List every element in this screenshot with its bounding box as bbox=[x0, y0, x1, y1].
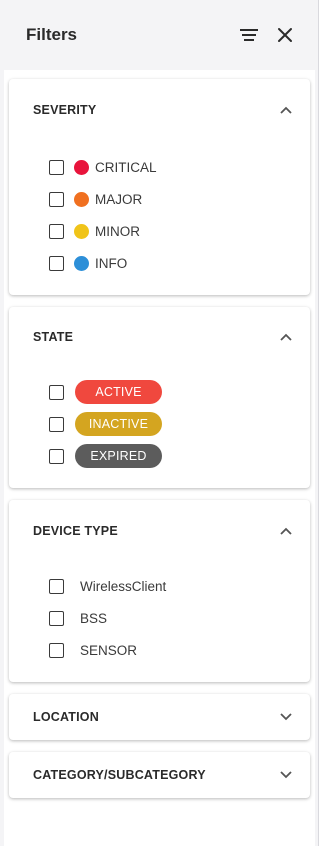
device-type-option-wirelessclient[interactable]: WirelessClient bbox=[49, 574, 166, 598]
device-type-option-label: BSS bbox=[80, 610, 108, 626]
severity-option-label: MAJOR bbox=[95, 191, 143, 207]
chevron-up-icon bbox=[280, 527, 292, 535]
checkbox[interactable] bbox=[49, 255, 64, 271]
category-section-header[interactable]: CATEGORY/SUBCATEGORY bbox=[9, 752, 310, 798]
chevron-down-icon bbox=[280, 771, 292, 779]
checkbox[interactable] bbox=[49, 159, 64, 175]
chevron-up-icon bbox=[280, 333, 292, 341]
active-state-pill: ACTIVE bbox=[75, 380, 162, 404]
minor-severity-dot bbox=[74, 223, 89, 239]
state-section-title: STATE bbox=[33, 330, 74, 344]
checkbox[interactable] bbox=[49, 191, 64, 207]
state-option-inactive[interactable]: INACTIVE bbox=[49, 412, 162, 436]
severity-section: SEVERITY CRITICAL MAJOR MINOR INFO bbox=[9, 79, 310, 295]
location-section: LOCATION bbox=[9, 694, 310, 740]
close-icon[interactable] bbox=[274, 24, 296, 46]
device-type-option-label: SENSOR bbox=[80, 642, 138, 658]
state-option-active[interactable]: ACTIVE bbox=[49, 380, 162, 404]
category-section-title: CATEGORY/SUBCATEGORY bbox=[33, 768, 206, 782]
severity-option-label: MINOR bbox=[95, 223, 140, 239]
critical-severity-dot bbox=[74, 159, 89, 175]
location-section-header[interactable]: LOCATION bbox=[9, 694, 310, 740]
checkbox[interactable] bbox=[49, 610, 64, 626]
checkbox[interactable] bbox=[49, 384, 64, 400]
severity-section-title: SEVERITY bbox=[33, 103, 97, 117]
severity-option-label: INFO bbox=[95, 255, 128, 271]
device-type-section-header[interactable]: DEVICE TYPE bbox=[9, 500, 310, 562]
severity-option-label: CRITICAL bbox=[95, 159, 157, 175]
device-type-section-title: DEVICE TYPE bbox=[33, 524, 118, 538]
inactive-state-pill: INACTIVE bbox=[75, 412, 162, 436]
checkbox[interactable] bbox=[49, 223, 64, 239]
filters-title: Filters bbox=[26, 25, 78, 44]
location-section-title: LOCATION bbox=[33, 710, 99, 724]
severity-option-critical[interactable]: CRITICAL bbox=[49, 155, 157, 179]
device-type-section: DEVICE TYPE WirelessClient BSS SENSOR bbox=[9, 500, 310, 682]
device-type-option-label: WirelessClient bbox=[80, 578, 167, 594]
info-severity-dot bbox=[74, 255, 89, 271]
device-type-option-sensor[interactable]: SENSOR bbox=[49, 638, 137, 662]
checkbox[interactable] bbox=[49, 642, 64, 658]
expired-state-pill: EXPIRED bbox=[75, 444, 162, 468]
chevron-down-icon bbox=[280, 713, 292, 721]
severity-option-major[interactable]: MAJOR bbox=[49, 187, 142, 211]
severity-section-header[interactable]: SEVERITY bbox=[9, 79, 310, 141]
header-actions bbox=[238, 24, 296, 46]
checkbox[interactable] bbox=[49, 578, 64, 594]
severity-option-minor[interactable]: MINOR bbox=[49, 219, 140, 243]
filters-content: SEVERITY CRITICAL MAJOR MINOR INFO STATE… bbox=[4, 70, 315, 846]
major-severity-dot bbox=[74, 191, 89, 207]
category-section: CATEGORY/SUBCATEGORY bbox=[9, 752, 310, 798]
chevron-up-icon bbox=[280, 106, 292, 114]
filters-panel: Filters SEVERITY CRITICAL MAJOR MINOR IN… bbox=[0, 0, 319, 846]
filters-header: Filters bbox=[0, 0, 318, 70]
state-section-header[interactable]: STATE bbox=[9, 307, 310, 367]
sort-lines-icon[interactable] bbox=[238, 24, 260, 46]
checkbox[interactable] bbox=[49, 416, 64, 432]
state-option-expired[interactable]: EXPIRED bbox=[49, 444, 162, 468]
severity-option-info[interactable]: INFO bbox=[49, 251, 127, 275]
state-section: STATE ACTIVE INACTIVE EXPIRED bbox=[9, 307, 310, 488]
checkbox[interactable] bbox=[49, 448, 64, 464]
device-type-option-bss[interactable]: BSS bbox=[49, 606, 107, 630]
